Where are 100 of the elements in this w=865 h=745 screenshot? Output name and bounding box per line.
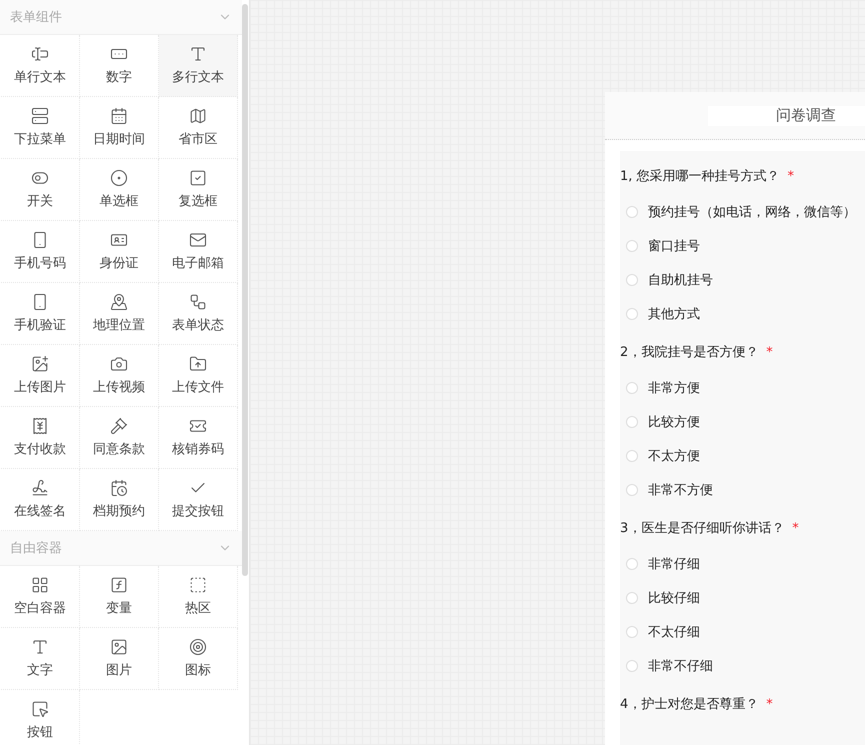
component-item[interactable]: 变量 (80, 566, 159, 628)
component-item[interactable]: 图标 (159, 628, 238, 690)
option-label: 预约挂号（如电话，网络，微信等） (648, 204, 856, 221)
toggle-icon (31, 169, 49, 187)
component-item[interactable]: 空白容器 (1, 566, 80, 628)
component-item[interactable]: 手机号码 (1, 221, 80, 283)
component-item[interactable]: 数字 (80, 35, 159, 97)
component-item[interactable]: 复选框 (159, 159, 238, 221)
component-item[interactable]: 图片 (80, 628, 159, 690)
item-label: 热区 (185, 600, 211, 617)
form-title: 问卷调查 (708, 106, 865, 126)
text-input-icon (31, 45, 49, 63)
option-label: 窗口挂号 (648, 238, 700, 255)
pointer-icon (31, 700, 49, 718)
component-item[interactable]: 在线签名 (1, 469, 80, 531)
map-pin-icon (110, 293, 128, 311)
camera-icon (110, 355, 128, 373)
phone-icon (31, 231, 49, 249)
component-item[interactable]: 省市区 (159, 97, 238, 159)
radio-button[interactable] (626, 558, 638, 570)
item-label: 身份证 (100, 255, 138, 272)
radio-button[interactable] (626, 660, 638, 672)
question-text: 1, 您采用哪一种挂号方式？ (620, 169, 780, 184)
component-item[interactable]: 日期时间 (80, 97, 159, 159)
item-label: 数字 (106, 69, 132, 86)
id-card-icon (110, 231, 128, 249)
item-label: 手机号码 (14, 255, 66, 272)
item-label: 核销券码 (172, 441, 224, 458)
item-label: 在线签名 (14, 503, 66, 520)
item-label: 上传视频 (93, 379, 145, 396)
option-label: 非常仔细 (648, 556, 700, 573)
component-item[interactable]: 多行文本 (159, 35, 238, 97)
item-label: 日期时间 (93, 131, 145, 148)
component-item[interactable]: 支付收款 (1, 407, 80, 469)
required-mark: * (792, 521, 799, 536)
component-item[interactable]: 电子邮箱 (159, 221, 238, 283)
component-item[interactable]: 档期预约 (80, 469, 159, 531)
section-title: 自由容器 (10, 540, 62, 557)
option-label: 不太方便 (648, 448, 700, 465)
grid-icon (31, 576, 49, 594)
target-icon (189, 638, 207, 656)
component-item[interactable]: 上传图片 (1, 345, 80, 407)
option-label: 比较方便 (648, 414, 700, 431)
component-item[interactable]: 上传视频 (80, 345, 159, 407)
component-item[interactable]: 上传文件 (159, 345, 238, 407)
component-item[interactable]: 表单状态 (159, 283, 238, 345)
radio-button[interactable] (626, 416, 638, 428)
map-icon (189, 107, 207, 125)
component-item[interactable]: 单行文本 (1, 35, 80, 97)
item-label: 单行文本 (14, 69, 66, 86)
component-item[interactable]: 提交按钮 (159, 469, 238, 531)
checkbox-icon (189, 169, 207, 187)
component-item[interactable]: 热区 (159, 566, 238, 628)
option-label: 不太仔细 (648, 624, 700, 641)
gavel-icon (110, 417, 128, 435)
component-item[interactable]: 同意条款 (80, 407, 159, 469)
component-item[interactable]: 核销券码 (159, 407, 238, 469)
item-label: 同意条款 (93, 441, 145, 458)
section-title: 表单组件 (10, 9, 62, 26)
radio-button[interactable] (626, 450, 638, 462)
item-label: 复选框 (178, 193, 218, 210)
radio-button[interactable] (626, 240, 638, 252)
dashed-square-icon (189, 576, 207, 594)
question-text: 2，我院挂号是否方便？ (620, 345, 758, 360)
option-label: 非常不仔细 (648, 658, 713, 675)
radio-button[interactable] (626, 484, 638, 496)
calendar-icon (110, 107, 128, 125)
component-item[interactable]: 文字 (1, 628, 80, 690)
item-label: 图片 (106, 662, 132, 679)
item-label: 下拉菜单 (14, 131, 66, 148)
function-icon (110, 576, 128, 594)
radio-button[interactable] (626, 206, 638, 218)
required-mark: * (766, 345, 773, 360)
required-mark: * (766, 697, 773, 712)
option-label: 比较仔细 (648, 590, 700, 607)
radio-button[interactable] (626, 626, 638, 638)
option-label: 非常方便 (648, 380, 700, 397)
item-label: 变量 (106, 600, 132, 617)
component-item[interactable]: 地理位置 (80, 283, 159, 345)
radio-button[interactable] (626, 308, 638, 320)
component-item[interactable]: 手机验证 (1, 283, 80, 345)
component-item[interactable]: 开关 (1, 159, 80, 221)
item-label: 支付收款 (14, 441, 66, 458)
scrollbar[interactable] (242, 4, 248, 576)
option-label: 其他方式 (648, 306, 700, 323)
component-item[interactable]: 下拉菜单 (1, 97, 80, 159)
item-label: 多行文本 (172, 69, 224, 86)
item-label: 图标 (185, 662, 211, 679)
component-item[interactable]: 身份证 (80, 221, 159, 283)
ticket-icon (189, 417, 207, 435)
component-item[interactable]: 单选框 (80, 159, 159, 221)
item-label: 手机验证 (14, 317, 66, 334)
option-label: 自助机挂号 (648, 272, 713, 289)
radio-button[interactable] (626, 274, 638, 286)
flow-icon (189, 293, 207, 311)
item-label: 开关 (27, 193, 53, 210)
item-label: 上传图片 (14, 379, 66, 396)
option-label: 非常不方便 (648, 482, 713, 499)
radio-button[interactable] (626, 592, 638, 604)
radio-button[interactable] (626, 382, 638, 394)
